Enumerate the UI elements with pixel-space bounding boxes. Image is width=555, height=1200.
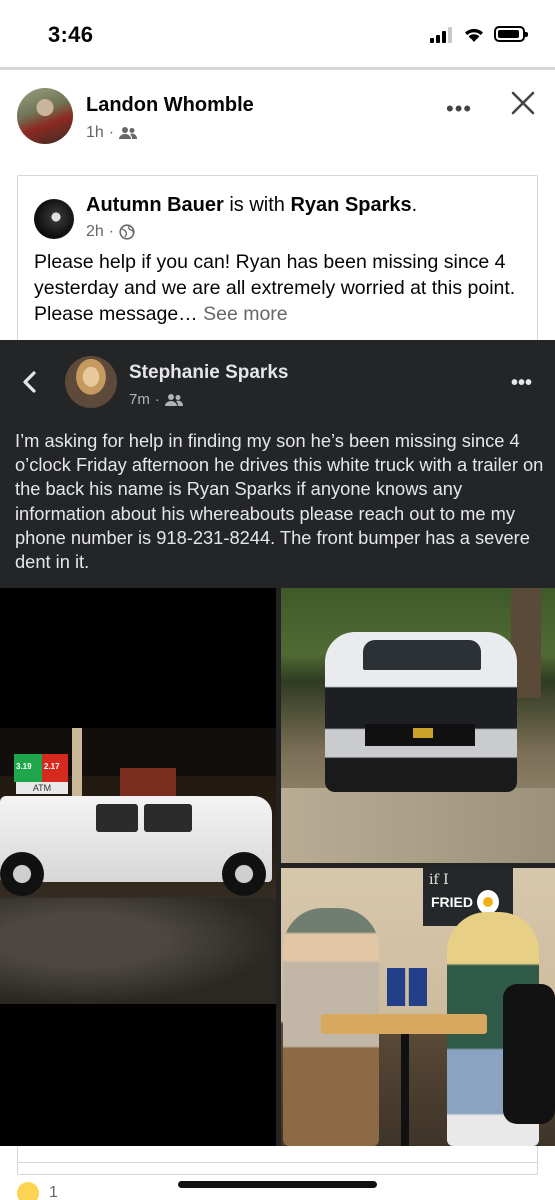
- screenshot-author-avatar: [65, 356, 117, 408]
- gas-station-truck-photo[interactable]: 3.19 2.17 ATM: [0, 588, 276, 1146]
- shared-meta: 2h ·: [86, 223, 135, 241]
- screenshot-post-text: I’m asking for help in finding my son he…: [15, 430, 544, 573]
- screenshot-time: 7m: [129, 391, 150, 408]
- screenshot-author-name: Stephanie Sparks: [129, 362, 289, 383]
- post-time[interactable]: 1h: [86, 124, 104, 142]
- reactions-divider: [17, 1162, 538, 1163]
- globe-icon: [119, 224, 135, 240]
- friends-icon: [119, 127, 138, 139]
- tagged-person[interactable]: Ryan Sparks: [290, 194, 411, 216]
- reaction-count: 1: [49, 1184, 58, 1200]
- mother-son-photo[interactable]: if I FRIED: [281, 868, 555, 1146]
- shared-post-text: Please help if you can! Ryan has been mi…: [34, 249, 524, 327]
- shared-author-avatar[interactable]: [34, 199, 74, 239]
- reaction-summary[interactable]: 1: [17, 1182, 58, 1200]
- shared-time[interactable]: 2h: [86, 223, 104, 241]
- coffee-cups: [387, 968, 427, 1006]
- cafe-table: [321, 1014, 487, 1034]
- avatar[interactable]: [17, 88, 73, 144]
- post-author[interactable]: Landon Whomble: [86, 94, 254, 117]
- gas-price-sign: 3.19: [14, 754, 42, 782]
- screenshot-meta: 7m ·: [129, 391, 183, 408]
- screenshot-more-icon: •••: [511, 372, 533, 394]
- care-emoji-icon: [17, 1182, 39, 1200]
- with-connector: is with: [223, 194, 291, 216]
- shared-author-line: Autumn Bauer is with Ryan Sparks.: [86, 194, 417, 217]
- battery-icon: [494, 26, 528, 42]
- close-icon[interactable]: [510, 90, 536, 116]
- see-more-link[interactable]: See more: [203, 303, 288, 325]
- friends-icon: [164, 393, 183, 406]
- home-indicator[interactable]: [178, 1181, 377, 1188]
- back-chevron-icon: [23, 371, 36, 393]
- author-line-period: .: [411, 194, 418, 216]
- more-options-icon[interactable]: •••: [446, 96, 472, 122]
- post-meta: 1h ·: [86, 124, 138, 142]
- chevrolet-logo: [413, 728, 433, 738]
- shared-author-name[interactable]: Autumn Bauer: [86, 194, 224, 216]
- header-divider: [0, 67, 555, 70]
- atm-sign: ATM: [16, 782, 68, 794]
- status-bar: 3:46: [0, 0, 555, 68]
- fried-egg-icon: [477, 890, 499, 914]
- cellular-signal-icon: [430, 27, 456, 43]
- truck-front-photo[interactable]: [281, 588, 555, 863]
- gas-price-sign: 2.17: [42, 754, 68, 782]
- status-time: 3:46: [48, 22, 94, 47]
- wifi-icon: [465, 28, 483, 42]
